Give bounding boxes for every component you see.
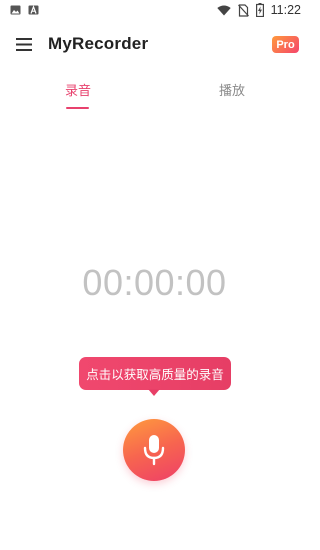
- status-left-icons: [10, 5, 39, 15]
- tooltip-arrow: [148, 389, 160, 396]
- gallery-icon: [10, 5, 21, 15]
- tab-playback[interactable]: 播放: [202, 80, 262, 99]
- app-bar: MyRecorder Pro: [0, 22, 309, 68]
- tab-record[interactable]: 录音: [48, 80, 108, 99]
- app-title: MyRecorder: [48, 34, 149, 53]
- hamburger-menu-icon[interactable]: [16, 38, 32, 51]
- font-a-icon: [28, 5, 39, 15]
- tab-bar: 录音 播放: [0, 70, 309, 112]
- battery-charging-icon: [255, 3, 264, 17]
- status-time: 11:22: [270, 3, 301, 17]
- recording-timer: 00:00:00: [82, 262, 227, 303]
- no-sim-icon: [237, 3, 249, 17]
- status-bar: 11:22: [0, 0, 309, 22]
- record-hint-tooltip: 点击以获取高质量的录音: [79, 357, 231, 390]
- status-right-icons: 11:22: [216, 3, 301, 17]
- wifi-icon: [216, 5, 231, 15]
- microphone-icon: [143, 435, 165, 466]
- record-button[interactable]: [123, 419, 185, 481]
- active-tab-indicator: [66, 107, 89, 109]
- pro-badge-button[interactable]: Pro: [272, 36, 299, 53]
